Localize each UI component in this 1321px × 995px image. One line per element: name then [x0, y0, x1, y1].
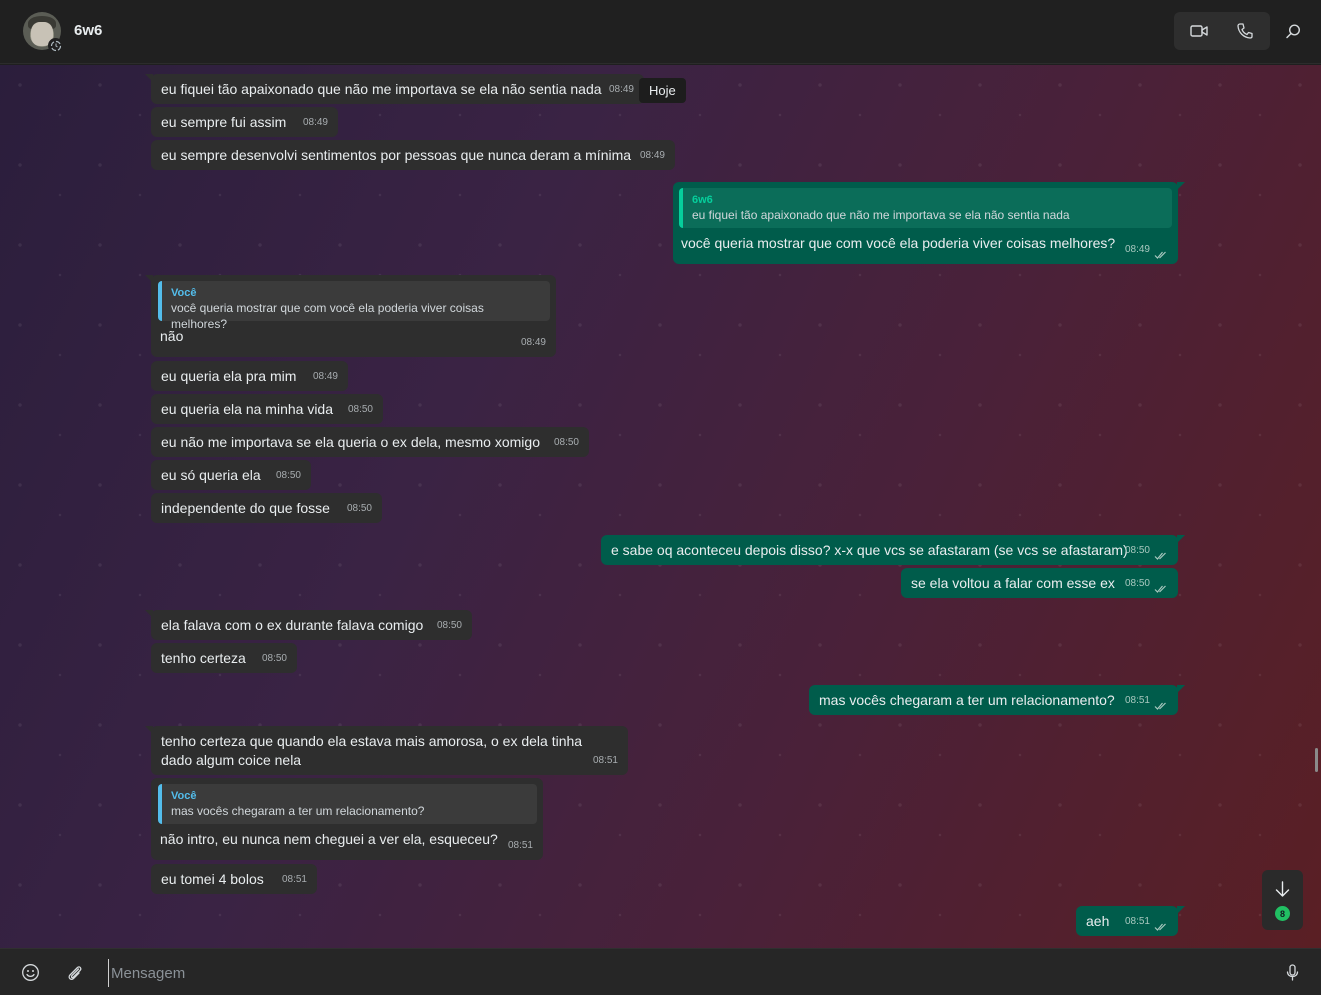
read-ticks-icon [1154, 702, 1166, 710]
message-text: mas vocês chegaram a ter um relacionamen… [819, 692, 1115, 708]
read-ticks-icon [1154, 585, 1166, 593]
message-text: aeh [1086, 913, 1110, 929]
message-time: 08:50 [261, 653, 287, 664]
read-ticks-icon [1154, 251, 1166, 259]
unread-count-badge: 8 [1275, 906, 1290, 921]
emoji-icon [21, 963, 39, 981]
scrollbar-thumb[interactable] [1315, 748, 1318, 772]
message-time: 08:51 [281, 874, 307, 885]
message-text: eu queria ela na minha vida [161, 401, 334, 417]
message-time: 08:49 [608, 84, 634, 95]
quoted-message[interactable]: Você você queria mostrar que com você el… [158, 281, 550, 331]
message-incoming[interactable]: tenho certeza que quando ela estava mais… [145, 726, 628, 775]
message-outgoing[interactable]: e sabe oq aconteceu depois disso? x-x qu… [601, 535, 1185, 565]
message-outgoing[interactable]: mas vocês chegaram a ter um relacionamen… [809, 685, 1185, 715]
quote-author: Você [171, 790, 197, 802]
message-outgoing[interactable]: se ela voltou a falar com esse ex 08:50 [901, 568, 1178, 598]
message-time: 08:49 [302, 117, 328, 128]
message-text: eu sempre fui assim [161, 114, 287, 130]
call-button-group [1174, 12, 1270, 50]
video-camera-icon [1190, 25, 1208, 37]
message-text: eu queria ela pra mim [161, 368, 297, 384]
message-incoming[interactable]: eu só queria ela 08:50 [151, 460, 311, 490]
message-incoming[interactable]: eu sempre fui assim 08:49 [151, 107, 338, 137]
message-text: tenho certeza [161, 650, 246, 666]
arrow-down-icon [1275, 881, 1290, 897]
message-incoming[interactable]: eu tomei 4 bolos 08:51 [151, 864, 317, 894]
chat-area[interactable]: eu fiquei tão apaixonado que não me impo… [0, 65, 1321, 948]
message-time: 08:49 [312, 371, 338, 382]
attach-button[interactable] [62, 960, 86, 984]
message-text: e sabe oq aconteceu depois disso? x-x qu… [611, 542, 1128, 558]
message-time: 08:50 [1124, 578, 1150, 589]
message-incoming[interactable]: tenho certeza 08:50 [151, 643, 297, 673]
message-time: 08:49 [639, 150, 665, 161]
paperclip-icon [68, 965, 81, 980]
quote-text: eu fiquei tão apaixonado que não me impo… [692, 208, 1070, 222]
quoted-message[interactable]: Você mas vocês chegaram a ter um relacio… [158, 784, 537, 824]
message-outgoing[interactable]: aeh 08:51 [1076, 906, 1185, 936]
message-text: eu tomei 4 bolos [161, 871, 264, 887]
message-text: se ela voltou a falar com esse ex [911, 575, 1115, 591]
message-incoming[interactable]: eu não me importava se ela queria o ex d… [151, 427, 589, 457]
message-time: 08:51 [592, 755, 618, 766]
video-call-button[interactable] [1176, 12, 1222, 50]
message-time: 08:50 [346, 503, 372, 514]
message-text: eu só queria ela [161, 467, 261, 483]
voice-call-button[interactable] [1222, 12, 1268, 50]
message-text: eu fiquei tão apaixonado que não me impo… [161, 81, 602, 97]
message-time: 08:49 [520, 337, 546, 348]
message-incoming[interactable]: eu fiquei tão apaixonado que não me impo… [145, 74, 644, 104]
message-time: 08:49 [1124, 244, 1150, 255]
message-text: eu não me importava se ela queria o ex d… [161, 434, 540, 450]
message-time: 08:50 [553, 437, 579, 448]
read-ticks-icon [1154, 552, 1166, 560]
search-icon [1285, 23, 1300, 38]
message-text: não intro, eu nunca nem cheguei a ver el… [160, 831, 498, 847]
message-incoming[interactable]: eu queria ela na minha vida 08:50 [151, 394, 383, 424]
message-incoming[interactable]: Você mas vocês chegaram a ter um relacio… [151, 778, 543, 860]
message-outgoing[interactable]: 6w6 eu fiquei tão apaixonado que não me … [673, 182, 1185, 264]
message-time: 08:50 [347, 404, 373, 415]
status-icon [48, 38, 63, 53]
quoted-message[interactable]: 6w6 eu fiquei tão apaixonado que não me … [679, 188, 1172, 228]
scroll-to-bottom-button[interactable]: 8 [1262, 870, 1303, 930]
message-text: você queria mostrar que com você ela pod… [681, 235, 1116, 251]
message-text: eu sempre desenvolvi sentimentos por pes… [161, 147, 632, 163]
message-text: tenho certeza que quando ela estava mais… [161, 733, 583, 768]
message-input[interactable] [108, 959, 1258, 987]
quote-text: mas vocês chegaram a ter um relacionamen… [171, 804, 425, 818]
message-text: independente do que fosse [161, 500, 330, 516]
quote-author: 6w6 [692, 194, 713, 206]
emoji-button[interactable] [18, 960, 42, 984]
message-text: não [160, 328, 184, 344]
message-time: 08:51 [1124, 916, 1150, 927]
date-badge: Hoje [639, 78, 686, 103]
read-ticks-icon [1154, 923, 1166, 931]
search-button[interactable] [1278, 14, 1308, 48]
message-time: 08:50 [1124, 545, 1150, 556]
message-incoming[interactable]: ela falava com o ex durante falava comig… [145, 610, 472, 640]
message-time: 08:50 [275, 470, 301, 481]
chat-header: 6w6 [0, 0, 1321, 64]
message-incoming[interactable]: Você você queria mostrar que com você el… [145, 275, 556, 357]
quote-author: Você [171, 287, 197, 299]
message-time: 08:51 [507, 840, 533, 851]
microphone-icon [1286, 963, 1298, 981]
message-incoming[interactable]: eu queria ela pra mim 08:49 [151, 361, 348, 391]
message-time: 08:50 [436, 620, 462, 631]
message-incoming[interactable]: independente do que fosse 08:50 [151, 493, 382, 523]
phone-icon [1237, 23, 1253, 39]
contact-name[interactable]: 6w6 [74, 22, 102, 39]
message-text: ela falava com o ex durante falava comig… [161, 617, 424, 633]
message-composer [0, 948, 1321, 995]
voice-message-button[interactable] [1280, 960, 1304, 984]
message-time: 08:51 [1124, 695, 1150, 706]
message-incoming[interactable]: eu sempre desenvolvi sentimentos por pes… [151, 140, 675, 170]
